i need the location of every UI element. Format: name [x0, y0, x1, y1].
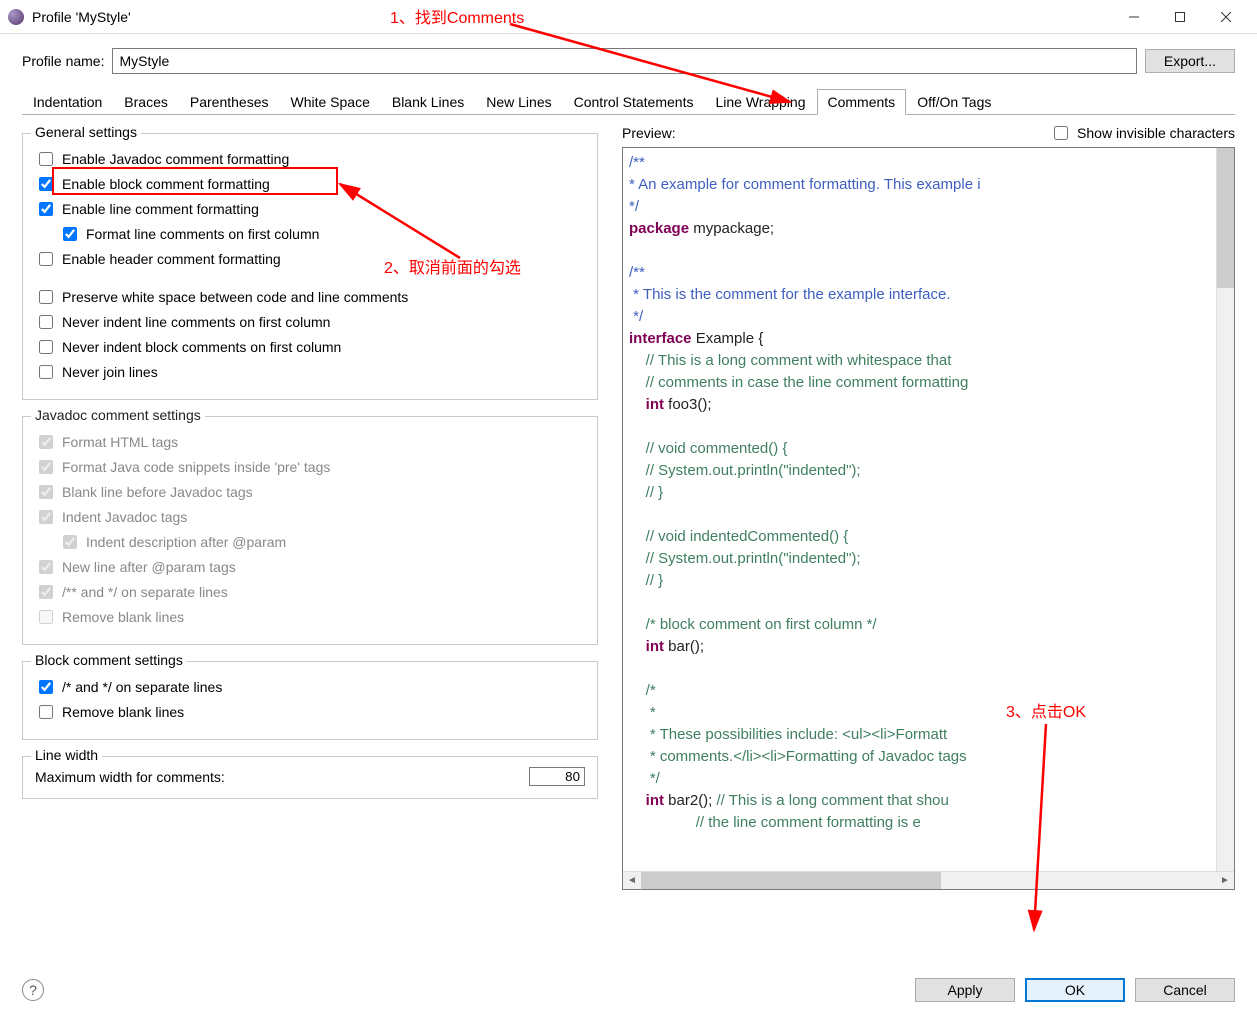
- max-width-input[interactable]: [529, 767, 585, 786]
- jd-stars-separate-label: /** and */ on separate lines: [62, 584, 228, 600]
- profile-name-label: Profile name:: [22, 53, 104, 69]
- never-indent-line-label: Never indent line comments on first colu…: [62, 314, 330, 330]
- maximize-button[interactable]: [1157, 2, 1203, 32]
- cancel-button[interactable]: Cancel: [1135, 978, 1235, 1002]
- jd-remove-blank-label: Remove blank lines: [62, 609, 184, 625]
- newline-after-param-checkbox: [39, 560, 53, 574]
- tab-control-statements[interactable]: Control Statements: [563, 89, 705, 115]
- minimize-button[interactable]: [1111, 2, 1157, 32]
- block-remove-blank-label: Remove blank lines: [62, 704, 184, 720]
- help-button[interactable]: ?: [22, 979, 44, 1001]
- preserve-ws-checkbox[interactable]: [39, 290, 53, 304]
- app-icon: [8, 9, 24, 25]
- block-stars-separate-checkbox[interactable]: [39, 680, 53, 694]
- preview-vertical-scrollbar[interactable]: [1216, 148, 1234, 871]
- tab-parentheses[interactable]: Parentheses: [179, 89, 280, 115]
- show-invisible-label: Show invisible characters: [1077, 125, 1235, 141]
- tab-white-space[interactable]: White Space: [279, 89, 380, 115]
- max-width-label: Maximum width for comments:: [35, 769, 225, 785]
- format-code-pre-checkbox: [39, 460, 53, 474]
- general-settings-legend: General settings: [31, 124, 141, 140]
- enable-javadoc-label: Enable Javadoc comment formatting: [62, 151, 289, 167]
- preview-code: /** * An example for comment formatting.…: [629, 152, 981, 834]
- tab-line-wrapping[interactable]: Line Wrapping: [704, 89, 816, 115]
- blank-before-tags-checkbox: [39, 485, 53, 499]
- tab-bar: Indentation Braces Parentheses White Spa…: [22, 88, 1235, 115]
- enable-line-checkbox[interactable]: [39, 202, 53, 216]
- never-indent-line-checkbox[interactable]: [39, 315, 53, 329]
- window-title: Profile 'MyStyle': [32, 9, 1111, 25]
- tab-braces[interactable]: Braces: [113, 89, 179, 115]
- close-button[interactable]: [1203, 2, 1249, 32]
- block-remove-blank-checkbox[interactable]: [39, 705, 53, 719]
- tab-off-on-tags[interactable]: Off/On Tags: [906, 89, 1002, 115]
- never-join-checkbox[interactable]: [39, 365, 53, 379]
- tab-blank-lines[interactable]: Blank Lines: [381, 89, 475, 115]
- enable-header-label: Enable header comment formatting: [62, 251, 281, 267]
- block-settings-legend: Block comment settings: [31, 652, 187, 668]
- settings-panel: General settings Enable Javadoc comment …: [22, 115, 608, 890]
- indent-desc-param-checkbox: [63, 535, 77, 549]
- blank-before-tags-label: Blank line before Javadoc tags: [62, 484, 253, 500]
- preview-label: Preview:: [622, 125, 676, 141]
- export-button[interactable]: Export...: [1145, 49, 1235, 73]
- preview-horizontal-scrollbar[interactable]: ◄ ►: [623, 871, 1234, 889]
- tab-indentation[interactable]: Indentation: [22, 89, 113, 115]
- jd-stars-separate-checkbox: [39, 585, 53, 599]
- newline-after-param-label: New line after @param tags: [62, 559, 236, 575]
- block-stars-separate-label: /* and */ on separate lines: [62, 679, 222, 695]
- profile-name-input[interactable]: [112, 48, 1136, 74]
- preserve-ws-label: Preserve white space between code and li…: [62, 289, 408, 305]
- tab-new-lines[interactable]: New Lines: [475, 89, 562, 115]
- ok-button[interactable]: OK: [1025, 978, 1125, 1002]
- indent-javadoc-label: Indent Javadoc tags: [62, 509, 187, 525]
- never-indent-block-checkbox[interactable]: [39, 340, 53, 354]
- enable-block-label: Enable block comment formatting: [62, 176, 270, 192]
- linewidth-legend: Line width: [31, 747, 102, 763]
- format-code-pre-label: Format Java code snippets inside 'pre' t…: [62, 459, 330, 475]
- preview-pane: /** * An example for comment formatting.…: [622, 147, 1235, 890]
- tab-comments[interactable]: Comments: [817, 89, 907, 115]
- enable-javadoc-checkbox[interactable]: [39, 152, 53, 166]
- format-line-first-label: Format line comments on first column: [86, 226, 319, 242]
- format-html-label: Format HTML tags: [62, 434, 178, 450]
- javadoc-settings-legend: Javadoc comment settings: [31, 407, 205, 423]
- indent-desc-param-label: Indent description after @param: [86, 534, 286, 550]
- enable-header-checkbox[interactable]: [39, 252, 53, 266]
- indent-javadoc-checkbox: [39, 510, 53, 524]
- format-html-checkbox: [39, 435, 53, 449]
- title-bar: Profile 'MyStyle': [0, 0, 1257, 34]
- enable-line-label: Enable line comment formatting: [62, 201, 259, 217]
- enable-block-checkbox[interactable]: [39, 177, 53, 191]
- apply-button[interactable]: Apply: [915, 978, 1015, 1002]
- jd-remove-blank-checkbox: [39, 610, 53, 624]
- never-indent-block-label: Never indent block comments on first col…: [62, 339, 341, 355]
- never-join-label: Never join lines: [62, 364, 158, 380]
- show-invisible-checkbox[interactable]: [1054, 126, 1068, 140]
- format-line-first-checkbox[interactable]: [63, 227, 77, 241]
